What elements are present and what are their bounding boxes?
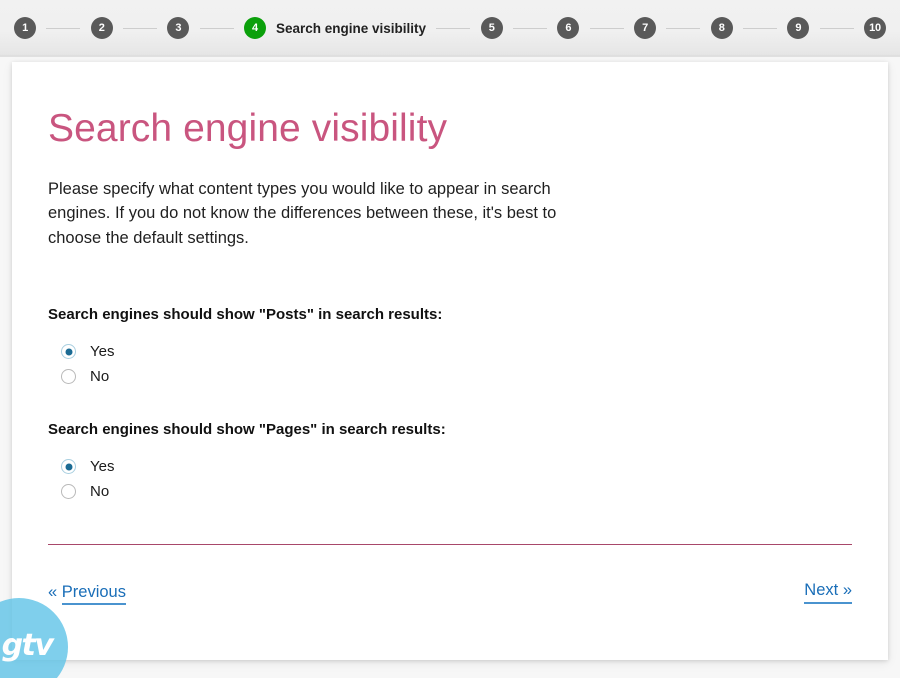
step-connector xyxy=(436,27,471,29)
footer-divider xyxy=(48,544,852,546)
radio-button-icon[interactable] xyxy=(61,369,76,385)
wizard-card: Search engine visibility Please specify … xyxy=(12,62,888,660)
next-link-label: Next xyxy=(804,581,839,600)
stepper-step-3[interactable]: 3 xyxy=(167,17,190,39)
field-group-posts: Search engines should show "Posts" in se… xyxy=(48,306,852,385)
step-number-badge: 6 xyxy=(557,17,580,39)
radio-option-posts-no[interactable]: No xyxy=(61,368,852,385)
field-label-pages: Search engines should show "Pages" in se… xyxy=(48,421,446,439)
wizard-card-content: Search engine visibility Please specify … xyxy=(12,62,888,606)
page-intro-text: Please specify what content types you wo… xyxy=(48,179,557,247)
radio-option-pages-yes[interactable]: Yes xyxy=(61,458,852,475)
step-number-badge: 1 xyxy=(14,17,36,39)
step-number-badge: 10 xyxy=(863,17,886,39)
step-number-badge: 4 xyxy=(243,17,266,39)
radio-label: No xyxy=(90,368,110,386)
step-connector xyxy=(742,27,777,29)
radio-button-icon[interactable] xyxy=(61,459,76,475)
step-number-badge: 2 xyxy=(90,17,113,39)
radio-option-pages-no[interactable]: No xyxy=(61,483,852,500)
step-connector xyxy=(46,27,81,29)
step-connector xyxy=(589,27,624,29)
stepper-step-8[interactable]: 8 xyxy=(710,17,733,39)
stepper-step-7[interactable]: 7 xyxy=(634,17,656,39)
stepper-items: 1 2 3 4 Search engine visibility 5 6 7 8 xyxy=(0,17,900,39)
stepper-step-1[interactable]: 1 xyxy=(14,17,36,39)
stepper-step-9[interactable]: 9 xyxy=(787,17,810,39)
previous-link[interactable]: « Previous xyxy=(48,583,126,606)
stepper-step-2[interactable]: 2 xyxy=(90,17,113,39)
stepper-step-4-current[interactable]: 4 Search engine visibility xyxy=(243,17,427,39)
page-title: Search engine visibility xyxy=(48,107,448,150)
stepper-step-5[interactable]: 5 xyxy=(480,17,503,39)
step-connector xyxy=(513,27,548,29)
radio-label: Yes xyxy=(90,343,115,361)
step-number-badge: 8 xyxy=(710,17,733,39)
double-left-chevron-icon: « xyxy=(48,583,58,602)
wizard-navigation: « Previous Next » xyxy=(48,581,852,606)
progress-stepper: 1 2 3 4 Search engine visibility 5 6 7 8 xyxy=(0,0,900,57)
step-connector xyxy=(122,27,157,29)
step-connector xyxy=(199,27,234,29)
previous-link-label: Previous xyxy=(61,583,126,606)
field-group-pages: Search engines should show "Pages" in se… xyxy=(48,421,852,500)
radio-button-icon[interactable] xyxy=(61,484,76,500)
stepper-current-label: Search engine visibility xyxy=(275,20,427,36)
stepper-step-10[interactable]: 10 xyxy=(863,17,886,39)
double-right-chevron-icon: » xyxy=(842,581,852,600)
step-number-badge: 9 xyxy=(787,17,810,39)
next-link[interactable]: Next » xyxy=(804,581,852,605)
field-label-posts: Search engines should show "Posts" in se… xyxy=(48,306,443,324)
step-number-badge: 5 xyxy=(480,17,503,39)
radio-option-posts-yes[interactable]: Yes xyxy=(61,343,852,360)
radio-button-icon[interactable] xyxy=(61,344,76,360)
step-number-badge: 7 xyxy=(634,17,656,39)
step-connector xyxy=(819,27,854,29)
step-connector xyxy=(666,27,701,29)
radio-label: No xyxy=(90,483,110,501)
radio-label: Yes xyxy=(90,458,115,476)
step-number-badge: 3 xyxy=(167,17,190,39)
stepper-step-6[interactable]: 6 xyxy=(557,17,580,39)
